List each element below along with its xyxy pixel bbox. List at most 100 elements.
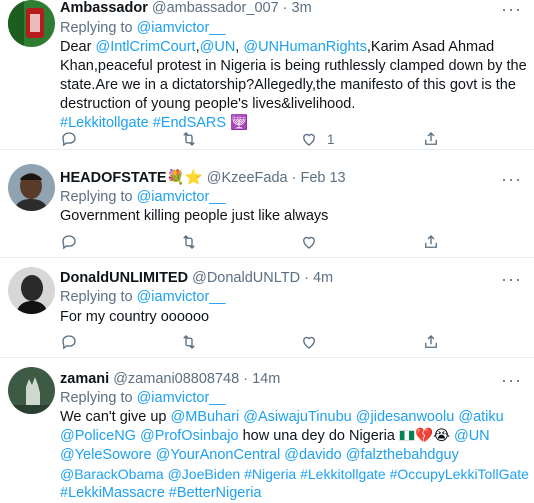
avatar[interactable] (8, 267, 55, 314)
replying-to: Replying to @iamvictor__ (60, 389, 225, 407)
share-icon (425, 235, 437, 248)
replying-prefix: Replying to (60, 390, 133, 406)
replying-to-link[interactable]: @iamvictor__ (137, 189, 226, 205)
hashtag-link[interactable]: #BetterNigeria (169, 485, 262, 501)
retweet-icon (183, 132, 195, 146)
replying-to: Replying to @iamvictor__ (60, 188, 225, 206)
user-handle[interactable]: @zamani08808748 (113, 371, 239, 387)
share-button[interactable] (422, 233, 440, 251)
tweet-actions: 1 (60, 130, 500, 150)
avatar[interactable] (8, 0, 55, 47)
user-handle[interactable]: @ambassador_007 (152, 0, 279, 16)
avatar[interactable] (8, 367, 55, 414)
text-line: destruction of young people's lives&live… (60, 96, 356, 112)
retweet-icon (183, 335, 195, 349)
display-name[interactable]: zamani (60, 371, 109, 387)
mention-link[interactable]: @davido (284, 447, 341, 463)
separator-dot: · (239, 371, 253, 387)
mention-link[interactable]: @YeleSowore (60, 447, 152, 463)
like-button[interactable] (300, 233, 318, 251)
separator-dot: · (300, 270, 313, 286)
mention-link[interactable]: @AsiwajuTinubu (243, 409, 351, 425)
replying-to-link[interactable]: @iamvictor__ (137, 20, 226, 36)
retweet-button[interactable] (180, 333, 198, 351)
tweet-headofstate[interactable]: HEADOFSTATE💐⭐ @KzeeFada · Feb 13 ··· Rep… (0, 150, 534, 258)
reply-icon (62, 132, 76, 147)
reply-icon (62, 335, 76, 350)
replying-to-link[interactable]: @iamvictor__ (137, 289, 226, 305)
hashtag-link[interactable]: #Lekkitollgate (300, 466, 386, 482)
emoji: 💔😭 (414, 428, 450, 444)
replying-prefix: Replying to (60, 289, 133, 305)
hashtag-link[interactable]: #EndSARS (153, 115, 226, 131)
reply-button[interactable] (60, 130, 78, 148)
retweet-button[interactable] (180, 233, 198, 251)
tweet-text: Government killing people just like alwa… (60, 208, 329, 224)
emoji: 🕎 (230, 115, 249, 131)
user-handle[interactable]: @KzeeFada (207, 170, 288, 186)
replying-to: Replying to @iamvictor__ (60, 19, 225, 37)
hashtag-link[interactable]: #Nigeria (244, 466, 296, 482)
replying-prefix: Replying to (60, 20, 133, 36)
tweet-ambassador[interactable]: Ambassador @ambassador_007 · 3m ··· Repl… (0, 0, 534, 150)
mention-link[interactable]: @falzthebahdguy (346, 447, 459, 463)
replying-prefix: Replying to (60, 189, 133, 205)
tweet-zamani[interactable]: zamani @zamani08808748 · 14m ··· Replyin… (0, 358, 534, 501)
replying-to: Replying to @iamvictor__ (60, 288, 225, 306)
tweet-donaldunlimited[interactable]: DonaldUNLIMITED @DonaldUNLTD · 4m ··· Re… (0, 258, 534, 358)
timestamp[interactable]: 3m (292, 0, 312, 16)
text-segment: ,Karim Asad Ahmad (366, 39, 495, 55)
separator-dot: · (278, 0, 292, 16)
mention-link[interactable]: @ProfOsinbajo (140, 428, 239, 444)
display-name[interactable]: DonaldUNLIMITED (60, 270, 188, 286)
timestamp[interactable]: Feb 13 (300, 170, 345, 186)
mention-link[interactable]: @MBuhari (171, 409, 240, 425)
timestamp[interactable]: 14m (252, 371, 280, 387)
display-name[interactable]: HEADOFSTATE (60, 170, 167, 186)
mention-link[interactable]: @jidesanwoolu (356, 409, 455, 425)
like-count: 1 (327, 131, 335, 147)
text-segment: We can't give up (60, 409, 171, 425)
mention-link[interactable]: @BarackObama (60, 466, 164, 482)
timestamp[interactable]: 4m (313, 270, 333, 286)
more-icon[interactable]: ··· (501, 170, 522, 188)
tweet-text: For my country oooooo (60, 309, 210, 325)
name-emojis: 💐⭐ (166, 170, 203, 186)
reply-button[interactable] (60, 333, 78, 351)
more-icon[interactable]: ··· (501, 371, 522, 389)
like-button[interactable]: 1 (300, 130, 335, 148)
mention-link[interactable]: @UN (454, 428, 490, 444)
mention-link[interactable]: @PoliceNG (60, 428, 136, 444)
reply-icon (62, 235, 76, 250)
tweet-header: Ambassador @ambassador_007 · 3m (60, 0, 312, 17)
text-line: Khan,peaceful protest in Nigeria is bein… (60, 58, 527, 74)
hashtag-link[interactable]: #Lekkitollgate (60, 115, 149, 131)
mention-link[interactable]: @YourAnonCentral (156, 447, 281, 463)
mention-link[interactable]: @IntlCrimCourt (95, 39, 195, 55)
share-icon (425, 132, 437, 145)
like-button[interactable] (300, 333, 318, 351)
display-name[interactable]: Ambassador (60, 0, 148, 16)
like-icon (303, 336, 315, 349)
retweet-button[interactable] (180, 130, 198, 148)
share-button[interactable] (422, 130, 440, 148)
text-line: state.Are we in a dictatorship?Allegedly… (60, 77, 516, 93)
share-button[interactable] (422, 333, 440, 351)
mention-link[interactable]: @UN (200, 39, 236, 55)
tweet-header: DonaldUNLIMITED @DonaldUNLTD · 4m (60, 269, 333, 287)
tweet-actions (60, 233, 500, 253)
more-icon[interactable]: ··· (501, 270, 522, 288)
replying-to-link[interactable]: @iamvictor__ (137, 390, 226, 406)
avatar[interactable] (8, 164, 55, 211)
reply-button[interactable] (60, 233, 78, 251)
more-icon[interactable]: ··· (501, 0, 522, 18)
user-handle[interactable]: @DonaldUNLTD (192, 270, 300, 286)
nigeria-flag-icon (398, 430, 415, 441)
hashtag-link[interactable]: #LekkiMassacre (60, 485, 165, 501)
mention-link[interactable]: @JoeBiden (168, 466, 241, 482)
separator-dot: · (287, 170, 301, 186)
mention-link[interactable]: @atiku (458, 409, 503, 425)
mention-link[interactable]: @UNHumanRights (243, 39, 367, 55)
tweet-text: We can't give up @MBuhari @AsiwajuTinubu… (60, 408, 534, 503)
hashtag-link[interactable]: #OccupyLekkiTollGate (390, 466, 529, 482)
